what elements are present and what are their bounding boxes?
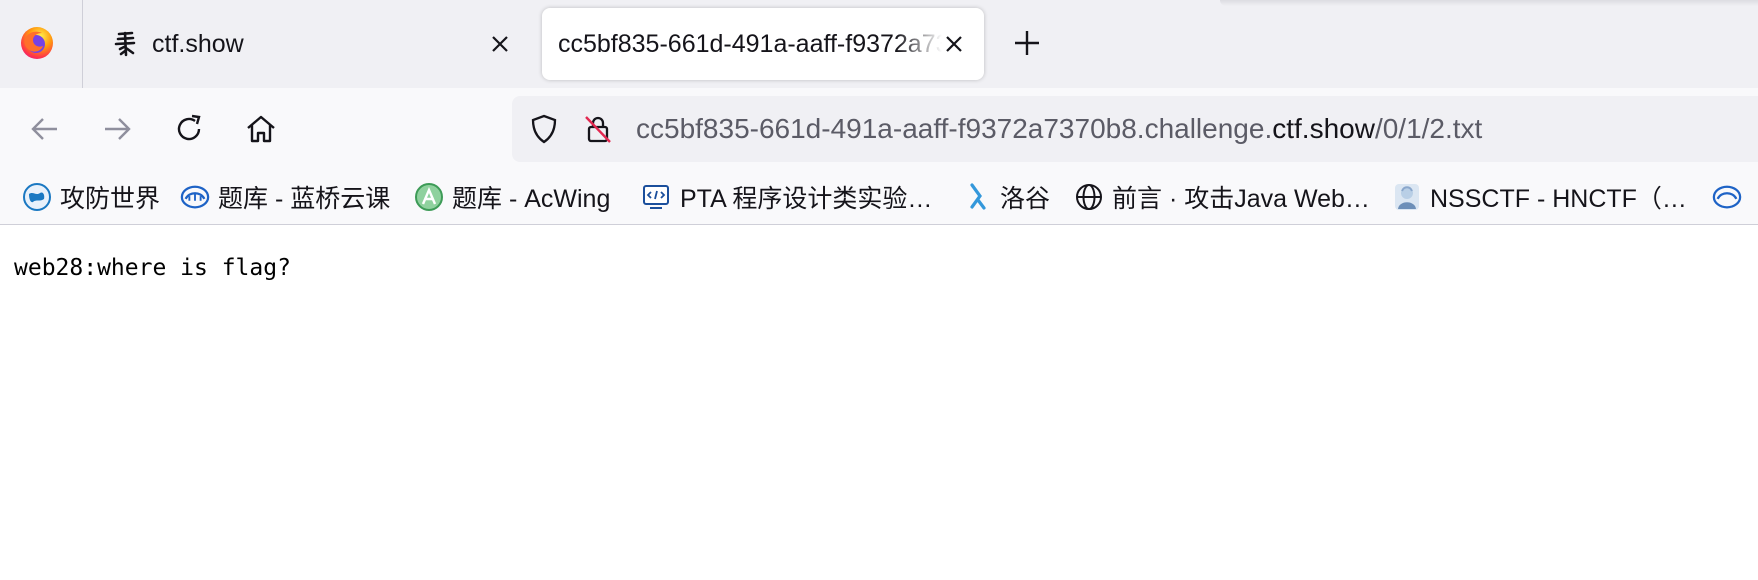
bookmark-label: 题库 - 蓝桥云课 (218, 185, 391, 213)
close-tab-icon[interactable] (942, 32, 966, 56)
new-tab-plus-icon[interactable] (1012, 28, 1042, 58)
tab-ctfshow[interactable]: ctf.show (100, 8, 520, 80)
acwing-icon (414, 182, 444, 212)
nssctf-icon (1392, 182, 1422, 212)
tab-strip: ctf.show cc5bf835-661d-491a-aaff-f9372a7… (0, 0, 1758, 88)
close-tab-icon[interactable] (488, 32, 512, 56)
lanqiao-icon (1712, 182, 1742, 212)
luogu-icon (962, 182, 992, 212)
page-content: web28:where is flag? (0, 225, 1758, 580)
insecure-lock-icon[interactable] (582, 113, 614, 145)
tab-title: ctf.show (152, 30, 244, 58)
reload-icon[interactable] (172, 112, 206, 146)
forward-arrow-icon[interactable] (100, 112, 134, 146)
bookmark-label: PTA 程序设计类实验… (680, 185, 933, 213)
bookmark-item[interactable]: 题库 - AcWing (414, 180, 610, 214)
address-bar[interactable]: cc5bf835-661d-491a-aaff-f9372a7370b8.cha… (512, 96, 1758, 162)
firefox-menu-icon[interactable] (20, 26, 54, 60)
url-domain: ctf.show (1272, 113, 1375, 144)
home-icon[interactable] (244, 112, 278, 146)
bookmark-item[interactable]: PTA 程序设计类实验… (642, 180, 932, 214)
url-path: /0/1/2.txt (1374, 113, 1483, 144)
bookmark-item[interactable]: 攻防世界 (22, 180, 160, 214)
ctfshow-favicon-icon (112, 30, 140, 58)
globe-icon (1074, 182, 1104, 212)
tab-separator (82, 0, 83, 88)
bookmark-label: NSSCTF - HNCTF（… (1430, 185, 1687, 213)
tab-challenge[interactable]: cc5bf835-661d-491a-aaff-f9372a7370b8.cha… (542, 8, 984, 80)
tab-strip-edge (1220, 0, 1758, 6)
tab-title: cc5bf835-661d-491a-aaff-f9372a7370b8.cha… (558, 30, 942, 58)
bookmarks-toolbar: 攻防世界 题库 - 蓝桥云课 题库 - AcWing PTA 程序设计类实验… … (0, 170, 1758, 225)
page-text: web28:where is flag? (14, 255, 291, 281)
bookmark-item[interactable]: 洛谷 (962, 180, 1050, 214)
globe-blue-icon (22, 182, 52, 212)
back-arrow-icon[interactable] (28, 112, 62, 146)
bookmark-item[interactable]: 前言 · 攻击Java Web… (1074, 180, 1370, 214)
bookmark-label: 题库 - AcWing (452, 185, 611, 213)
url-text[interactable]: cc5bf835-661d-491a-aaff-f9372a7370b8.cha… (636, 96, 1482, 162)
bookmark-item[interactable]: 题库 - 蓝桥云课 (180, 180, 390, 214)
bookmark-item[interactable]: NSSCTF - HNCTF（… (1392, 180, 1687, 214)
bookmark-label: 洛谷 (1000, 185, 1051, 213)
pta-icon (642, 182, 672, 212)
url-prefix: cc5bf835-661d-491a-aaff-f9372a7370b8.cha… (636, 113, 1273, 144)
tracking-protection-shield-icon[interactable] (528, 113, 560, 145)
bookmark-label: 前言 · 攻击Java Web… (1112, 185, 1370, 213)
bookmark-item-overflow[interactable] (1712, 180, 1750, 214)
lanqiao-icon (180, 182, 210, 212)
navigation-toolbar: cc5bf835-661d-491a-aaff-f9372a7370b8.cha… (0, 88, 1758, 170)
bookmark-label: 攻防世界 (60, 185, 161, 213)
